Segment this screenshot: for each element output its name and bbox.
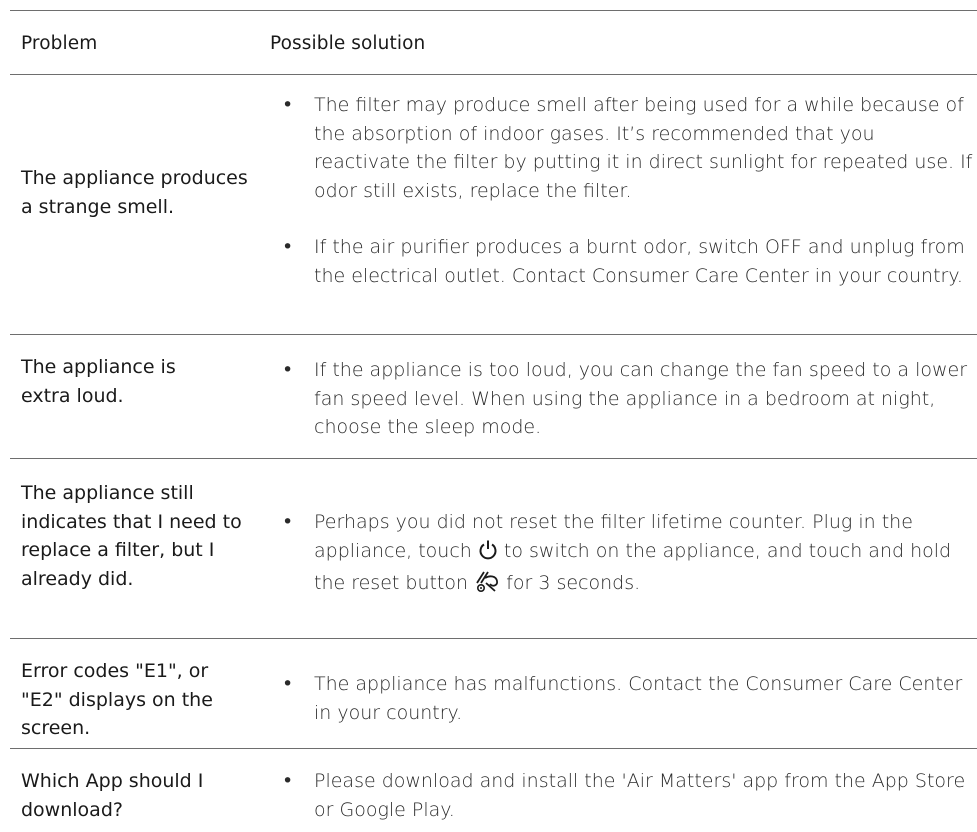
header-solution: Possible solution (270, 33, 426, 54)
filter-reset-icon (474, 569, 500, 602)
power-icon (478, 539, 498, 570)
solution-reset-filter: Perhaps you did not reset the filter lif… (314, 508, 976, 602)
solution-malfunction: The appliance has malfunctions. Contact … (314, 673, 963, 724)
solution-burnt-odor: If the air purifier produces a burnt odo… (314, 236, 965, 287)
bullet: • (282, 94, 294, 116)
header-rule (10, 74, 977, 75)
solution-fan-speed: If the appliance is too loud, you can ch… (314, 359, 968, 438)
table-top-rule (10, 10, 977, 11)
problem-error-codes: Error codes "E1", or "E2" displays on th… (21, 660, 213, 739)
row-divider-3 (10, 638, 977, 639)
problem-which-app: Which App should I download? (21, 770, 204, 821)
problem-strange-smell: The appliance produces a strange smell. (21, 167, 248, 218)
solution-reset-part3: for 3 seconds. (506, 572, 641, 594)
header-problem: Problem (21, 33, 98, 54)
bullet: • (282, 236, 294, 258)
bullet: • (282, 673, 294, 695)
row-divider-2 (10, 458, 977, 459)
problem-filter-indicator: The appliance still indicates that I nee… (21, 482, 242, 590)
bullet: • (282, 770, 294, 792)
row-divider-1 (10, 334, 977, 335)
bullet: • (282, 511, 294, 533)
row-divider-4 (10, 748, 977, 749)
solution-filter-smell: The filter may produce smell after being… (314, 94, 973, 202)
bullet: • (282, 359, 294, 381)
problem-extra-loud: The appliance is extra loud. (21, 356, 176, 407)
solution-download-app: Please download and install the 'Air Mat… (314, 770, 966, 821)
